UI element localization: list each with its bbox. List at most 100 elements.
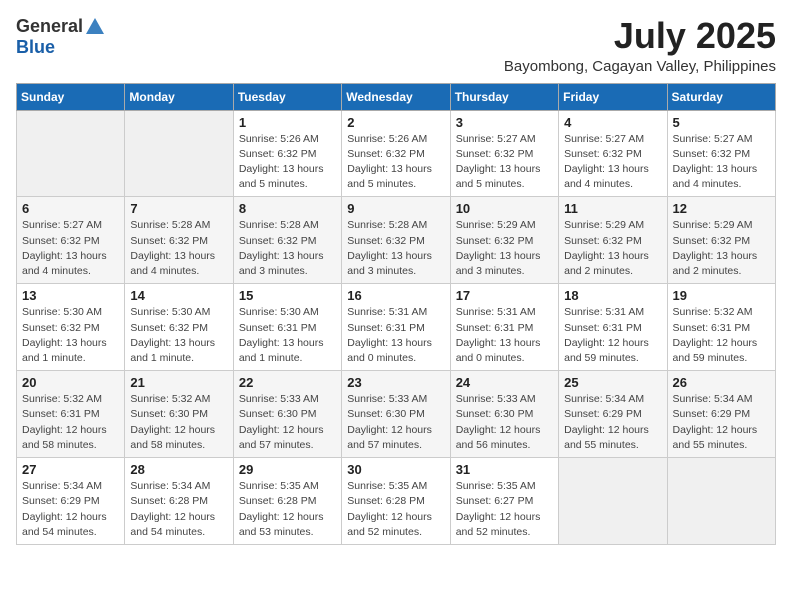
day-info: Sunrise: 5:35 AM Sunset: 6:28 PM Dayligh… [239,479,336,540]
day-number: 10 [456,201,553,216]
day-info: Sunrise: 5:26 AM Sunset: 6:32 PM Dayligh… [347,132,444,193]
logo-blue: Blue [16,37,55,57]
day-number: 1 [239,115,336,130]
day-of-week-header: Thursday [450,83,558,110]
day-of-week-header: Monday [125,83,233,110]
page-header: General Blue July 2025 Bayombong, Cagaya… [16,16,776,75]
day-number: 26 [673,375,770,390]
day-info: Sunrise: 5:26 AM Sunset: 6:32 PM Dayligh… [239,132,336,193]
calendar-week-row: 13 Sunrise: 5:30 AM Sunset: 6:32 PM Dayli… [17,284,776,371]
calendar-cell [17,110,125,197]
calendar-cell: 12 Sunrise: 5:29 AM Sunset: 6:32 PM Dayli… [667,197,775,284]
logo: General Blue [16,16,106,58]
day-info: Sunrise: 5:30 AM Sunset: 6:32 PM Dayligh… [22,305,119,366]
calendar-cell: 16 Sunrise: 5:31 AM Sunset: 6:31 PM Dayli… [342,284,450,371]
calendar-table: SundayMondayTuesdayWednesdayThursdayFrid… [16,83,776,545]
day-info: Sunrise: 5:33 AM Sunset: 6:30 PM Dayligh… [239,392,336,453]
calendar-cell: 3 Sunrise: 5:27 AM Sunset: 6:32 PM Daylig… [450,110,558,197]
calendar-cell: 20Sunrise: 5:32 AM Sunset: 6:31 PM Dayli… [17,371,125,458]
calendar-cell: 26 Sunrise: 5:34 AM Sunset: 6:29 PM Dayli… [667,371,775,458]
calendar-cell: 15 Sunrise: 5:30 AM Sunset: 6:31 PM Dayli… [233,284,341,371]
month-title: July 2025 [504,16,776,56]
day-info: Sunrise: 5:35 AM Sunset: 6:28 PM Dayligh… [347,479,444,540]
day-number: 6 [22,201,119,216]
calendar-header-row: SundayMondayTuesdayWednesdayThursdayFrid… [17,83,776,110]
day-info: Sunrise: 5:27 AM Sunset: 6:32 PM Dayligh… [456,132,553,193]
day-info: Sunrise: 5:30 AM Sunset: 6:32 PM Dayligh… [130,305,227,366]
day-number: 9 [347,201,444,216]
day-number: 24 [456,375,553,390]
day-number: 4 [564,115,661,130]
calendar-cell: 10 Sunrise: 5:29 AM Sunset: 6:32 PM Dayli… [450,197,558,284]
day-info: Sunrise: 5:28 AM Sunset: 6:32 PM Dayligh… [347,218,444,279]
day-number: 18 [564,288,661,303]
calendar-cell [667,458,775,545]
day-info: Sunrise: 5:32 AM Sunset: 6:31 PM Dayligh… [673,305,770,366]
calendar-cell: 21 Sunrise: 5:32 AM Sunset: 6:30 PM Dayli… [125,371,233,458]
calendar-cell: 5Sunrise: 5:27 AM Sunset: 6:32 PM Daylig… [667,110,775,197]
calendar-cell [559,458,667,545]
calendar-cell: 22 Sunrise: 5:33 AM Sunset: 6:30 PM Dayli… [233,371,341,458]
calendar-cell: 8 Sunrise: 5:28 AM Sunset: 6:32 PM Daylig… [233,197,341,284]
calendar-week-row: 1 Sunrise: 5:26 AM Sunset: 6:32 PM Daylig… [17,110,776,197]
location-subtitle: Bayombong, Cagayan Valley, Philippines [504,58,776,75]
calendar-week-row: 20Sunrise: 5:32 AM Sunset: 6:31 PM Dayli… [17,371,776,458]
day-number: 13 [22,288,119,303]
day-number: 7 [130,201,227,216]
calendar-cell: 7Sunrise: 5:28 AM Sunset: 6:32 PM Daylig… [125,197,233,284]
day-info: Sunrise: 5:29 AM Sunset: 6:32 PM Dayligh… [673,218,770,279]
day-info: Sunrise: 5:29 AM Sunset: 6:32 PM Dayligh… [564,218,661,279]
calendar-cell: 19 Sunrise: 5:32 AM Sunset: 6:31 PM Dayli… [667,284,775,371]
day-number: 14 [130,288,227,303]
calendar-cell: 6 Sunrise: 5:27 AM Sunset: 6:32 PM Daylig… [17,197,125,284]
day-info: Sunrise: 5:27 AM Sunset: 6:32 PM Dayligh… [673,132,770,193]
day-of-week-header: Friday [559,83,667,110]
day-info: Sunrise: 5:33 AM Sunset: 6:30 PM Dayligh… [347,392,444,453]
calendar-cell: 9 Sunrise: 5:28 AM Sunset: 6:32 PM Daylig… [342,197,450,284]
day-info: Sunrise: 5:30 AM Sunset: 6:31 PM Dayligh… [239,305,336,366]
day-info: Sunrise: 5:34 AM Sunset: 6:29 PM Dayligh… [673,392,770,453]
calendar-cell: 30Sunrise: 5:35 AM Sunset: 6:28 PM Dayli… [342,458,450,545]
day-number: 25 [564,375,661,390]
day-info: Sunrise: 5:31 AM Sunset: 6:31 PM Dayligh… [564,305,661,366]
calendar-cell: 4 Sunrise: 5:27 AM Sunset: 6:32 PM Daylig… [559,110,667,197]
day-number: 19 [673,288,770,303]
day-number: 11 [564,201,661,216]
calendar-cell [125,110,233,197]
calendar-cell: 2Sunrise: 5:26 AM Sunset: 6:32 PM Daylig… [342,110,450,197]
calendar-cell: 25 Sunrise: 5:34 AM Sunset: 6:29 PM Dayli… [559,371,667,458]
day-info: Sunrise: 5:31 AM Sunset: 6:31 PM Dayligh… [347,305,444,366]
calendar-cell: 24 Sunrise: 5:33 AM Sunset: 6:30 PM Dayli… [450,371,558,458]
calendar-cell: 14 Sunrise: 5:30 AM Sunset: 6:32 PM Dayli… [125,284,233,371]
day-info: Sunrise: 5:28 AM Sunset: 6:32 PM Dayligh… [239,218,336,279]
day-number: 12 [673,201,770,216]
calendar-cell: 17Sunrise: 5:31 AM Sunset: 6:31 PM Dayli… [450,284,558,371]
day-info: Sunrise: 5:35 AM Sunset: 6:27 PM Dayligh… [456,479,553,540]
day-number: 21 [130,375,227,390]
day-number: 31 [456,462,553,477]
day-info: Sunrise: 5:32 AM Sunset: 6:30 PM Dayligh… [130,392,227,453]
day-number: 16 [347,288,444,303]
day-number: 15 [239,288,336,303]
day-info: Sunrise: 5:27 AM Sunset: 6:32 PM Dayligh… [564,132,661,193]
day-of-week-header: Saturday [667,83,775,110]
day-info: Sunrise: 5:27 AM Sunset: 6:32 PM Dayligh… [22,218,119,279]
day-number: 29 [239,462,336,477]
day-number: 3 [456,115,553,130]
calendar-week-row: 27Sunrise: 5:34 AM Sunset: 6:29 PM Dayli… [17,458,776,545]
day-of-week-header: Wednesday [342,83,450,110]
day-number: 20 [22,375,119,390]
day-number: 28 [130,462,227,477]
day-info: Sunrise: 5:33 AM Sunset: 6:30 PM Dayligh… [456,392,553,453]
day-info: Sunrise: 5:31 AM Sunset: 6:31 PM Dayligh… [456,305,553,366]
logo-icon [84,16,106,38]
calendar-cell: 28 Sunrise: 5:34 AM Sunset: 6:28 PM Dayli… [125,458,233,545]
day-info: Sunrise: 5:34 AM Sunset: 6:29 PM Dayligh… [564,392,661,453]
calendar-cell: 27Sunrise: 5:34 AM Sunset: 6:29 PM Dayli… [17,458,125,545]
day-number: 22 [239,375,336,390]
calendar-cell: 11 Sunrise: 5:29 AM Sunset: 6:32 PM Dayli… [559,197,667,284]
day-number: 8 [239,201,336,216]
day-info: Sunrise: 5:34 AM Sunset: 6:28 PM Dayligh… [130,479,227,540]
day-info: Sunrise: 5:29 AM Sunset: 6:32 PM Dayligh… [456,218,553,279]
calendar-cell: 23Sunrise: 5:33 AM Sunset: 6:30 PM Dayli… [342,371,450,458]
